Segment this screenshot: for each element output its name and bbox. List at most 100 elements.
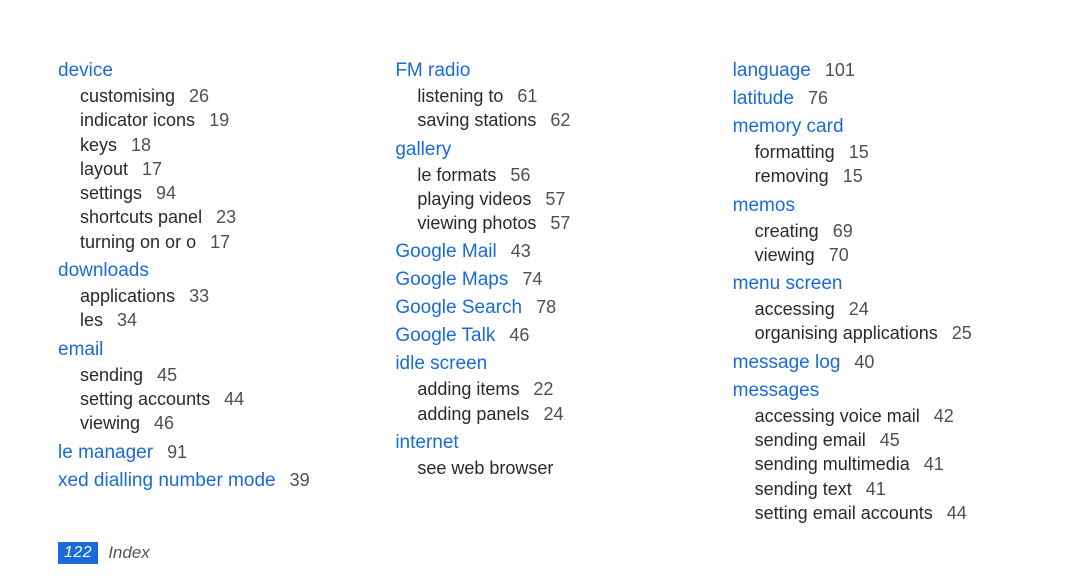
index-subitem-label: see web browser: [417, 458, 553, 478]
index-subitem-page: 19: [209, 110, 229, 130]
index-subitem-label: organising applications: [755, 323, 938, 343]
index-sublist: listening to 61 saving stations 62: [395, 84, 684, 133]
index-subitem: saving stations 62: [417, 108, 684, 132]
index-column: FM radio listening to 61 saving stations 62 g…: [395, 54, 684, 529]
index-heading-label: language: [733, 60, 811, 81]
index-subitem-page: 17: [210, 232, 230, 252]
footer-index-label: Index: [108, 543, 150, 563]
index-subitem-label: saving stations: [417, 110, 536, 130]
index-subitem-page: 41: [924, 454, 944, 474]
index-heading-label: downloads: [58, 260, 149, 281]
index-subitem-page: 44: [947, 503, 967, 523]
index-subitem-label: sending: [80, 365, 143, 385]
index-subitem-page: 15: [849, 142, 869, 162]
index-subitem-page: 62: [550, 110, 570, 130]
index-subitem-page: 44: [224, 389, 244, 409]
index-subitem: viewing photos57: [417, 211, 684, 235]
index-heading-label: gallery: [395, 139, 451, 160]
index-subitem: organising applications25: [755, 321, 1022, 345]
index-subitem-label: removing: [755, 166, 829, 186]
index-subitem-page: 45: [157, 365, 177, 385]
index-subitem: viewing70: [755, 243, 1022, 267]
index-subitem: creating69: [755, 219, 1022, 243]
index-subitem-page: 57: [550, 213, 570, 233]
index-subitem-page: 46: [154, 413, 174, 433]
index-subitem-page: 57: [545, 189, 565, 209]
index-heading-label: Google Talk: [395, 325, 495, 346]
index-subitem-page: 22: [533, 379, 553, 399]
index-heading-page: 39: [290, 470, 310, 490]
index-subitem-page: 45: [880, 430, 900, 450]
index-subitem-label: adding panels: [417, 404, 529, 424]
index-subitem-label: layout: [80, 159, 128, 179]
index-subitem: formatting 15: [755, 140, 1022, 164]
index-heading: downloads: [58, 260, 347, 282]
index-heading: FM radio: [395, 60, 684, 82]
index-heading: le manager91: [58, 442, 347, 464]
index-heading: gallery: [395, 139, 684, 161]
page-footer: 122 Index: [58, 542, 150, 564]
index-sublist: le formats56playing videos57viewing phot…: [395, 163, 684, 236]
index-sublist: sending45setting accounts44viewing46: [58, 363, 347, 436]
index-subitem-label: sending text: [755, 479, 852, 499]
index-heading: Google Maps74: [395, 269, 684, 291]
index-heading-page: 78: [536, 297, 556, 317]
index-sublist: accessing 24organising applications25: [733, 297, 1022, 346]
index-subitem: keys 18: [80, 133, 347, 157]
index-heading-page: 40: [854, 352, 874, 372]
index-heading-page: 76: [808, 88, 828, 108]
index-sublist: applications33les 34: [58, 284, 347, 333]
index-subitem: applications33: [80, 284, 347, 308]
index-subitem-page: 24: [849, 299, 869, 319]
index-column: language101latitude76memory cardformatti…: [733, 54, 1022, 529]
index-subitem-label: shortcuts panel: [80, 207, 202, 227]
index-heading: memory card: [733, 116, 1022, 138]
index-heading: device: [58, 60, 347, 82]
index-heading: idle screen: [395, 353, 684, 375]
index-subitem: sending multimedia 41: [755, 452, 1022, 476]
index-heading-label: idle screen: [395, 353, 487, 374]
index-column: device customising26indicator icons 19 keys…: [58, 54, 347, 529]
index-heading-label: email: [58, 339, 103, 360]
index-subitem: settings94: [80, 181, 347, 205]
index-subitem-page: 18: [131, 135, 151, 155]
index-subitem: turning on or o17: [80, 230, 347, 254]
index-subitem-label: viewing: [755, 245, 815, 265]
index-heading-page: 43: [511, 241, 531, 261]
index-subitem-label: viewing: [80, 413, 140, 433]
index-subitem-label: indicator icons: [80, 110, 195, 130]
index-sublist: see web browser: [395, 456, 684, 480]
index-subitem: layout17: [80, 157, 347, 181]
index-heading-label: le manager: [58, 442, 153, 463]
index-subitem-label: accessing: [755, 299, 835, 319]
index-subitem-page: 15: [843, 166, 863, 186]
index-heading-label: device: [58, 60, 113, 81]
index-subitem: customising26: [80, 84, 347, 108]
index-heading-label: latitude: [733, 88, 794, 109]
index-heading-label: Google Search: [395, 297, 522, 318]
index-subitem: listening to 61: [417, 84, 684, 108]
index-subitem-page: 61: [517, 86, 537, 106]
index-sublist: customising26indicator icons 19 keys 18layo…: [58, 84, 347, 254]
index-subitem-page: 41: [866, 479, 886, 499]
index-subitem-label: setting email accounts: [755, 503, 933, 523]
index-heading: xed dialling number mode39: [58, 470, 347, 492]
index-subitem-label: accessing voice mail: [755, 406, 920, 426]
index-subitem-label: sending multimedia: [755, 454, 910, 474]
index-heading-label: memory card: [733, 116, 844, 137]
index-subitem-page: 34: [117, 310, 137, 330]
index-subitem-page: 24: [543, 404, 563, 424]
index-subitem-label: keys: [80, 135, 117, 155]
index-subitem: accessing voice mail42: [755, 404, 1022, 428]
index-subitem-label: les: [80, 310, 103, 330]
index-heading-label: Google Mail: [395, 241, 496, 262]
index-heading: Google Mail 43: [395, 241, 684, 263]
index-subitem-page: 56: [510, 165, 530, 185]
index-heading-label: FM radio: [395, 60, 470, 81]
index-sublist: adding items22adding panels24: [395, 377, 684, 426]
index-subitem-label: formatting: [755, 142, 835, 162]
index-heading-page: 74: [522, 269, 542, 289]
index-subitem-label: listening to: [417, 86, 503, 106]
index-sublist: creating69viewing70: [733, 219, 1022, 268]
index-subitem: viewing 46: [80, 411, 347, 435]
